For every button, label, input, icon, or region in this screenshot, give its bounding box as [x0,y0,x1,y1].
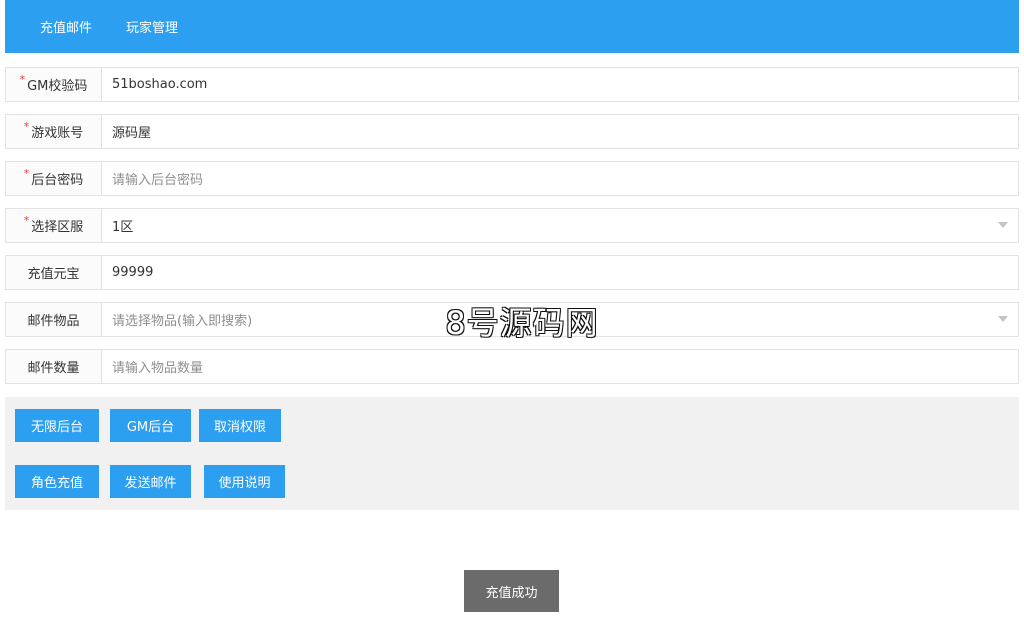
chevron-down-icon[interactable] [998,222,1008,228]
gm-code-label: * GM校验码 [6,68,102,101]
gm-admin-button[interactable]: GM后台 [110,409,191,442]
recharge-amount-row: 充值元宝 99999 [5,255,1019,290]
recharge-amount-label: 充值元宝 [6,256,102,289]
watermark-logo: 8号源码网 [424,302,620,342]
status-toast: 充值成功 [464,570,559,612]
gm-code-row: * GM校验码 51boshao.com [5,67,1019,102]
revoke-permission-button[interactable]: 取消权限 [199,409,281,442]
unlimited-admin-button[interactable]: 无限后台 [15,409,99,442]
usage-guide-button[interactable]: 使用说明 [204,465,285,498]
required-mark: * [19,73,26,86]
watermark-text: 8号源码网 [445,304,599,342]
server-select-value: 1区 [112,220,134,235]
tab-recharge-mail[interactable]: 充值邮件 [40,17,92,36]
mail-quantity-row: 邮件数量 请输入物品数量 [5,349,1019,384]
game-account-input[interactable]: 源码屋 [102,115,1018,148]
required-mark: * [23,167,30,180]
admin-password-input[interactable]: 请输入后台密码 [102,162,1018,195]
game-account-row: * 游戏账号 源码屋 [5,114,1019,149]
tab-player-management[interactable]: 玩家管理 [126,17,178,36]
server-select-label: * 选择区服 [6,209,102,242]
server-select[interactable]: 1区 [102,209,1018,242]
role-recharge-button[interactable]: 角色充值 [15,465,99,498]
mail-item-label: 邮件物品 [6,303,102,336]
gm-code-input[interactable]: 51boshao.com [102,68,1018,101]
send-mail-button[interactable]: 发送邮件 [110,465,191,498]
admin-password-row: * 后台密码 请输入后台密码 [5,161,1019,196]
server-select-row: * 选择区服 1区 [5,208,1019,243]
admin-password-label: * 后台密码 [6,162,102,195]
required-mark: * [23,214,30,227]
action-button-panel: 无限后台 GM后台 取消权限 角色充值 发送邮件 使用说明 [5,397,1019,510]
recharge-amount-input[interactable]: 99999 [102,256,1018,289]
top-nav-bar: 充值邮件 玩家管理 [5,0,1019,53]
mail-item-placeholder: 请选择物品(输入即搜索) [112,314,253,329]
game-account-label: * 游戏账号 [6,115,102,148]
mail-quantity-label: 邮件数量 [6,350,102,383]
chevron-down-icon[interactable] [998,316,1008,322]
mail-quantity-input[interactable]: 请输入物品数量 [102,350,1018,383]
required-mark: * [23,120,30,133]
